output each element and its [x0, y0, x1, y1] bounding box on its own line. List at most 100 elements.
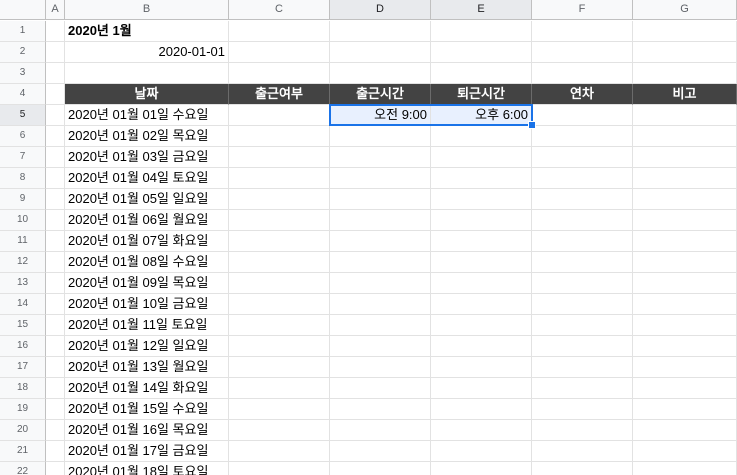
grid-cell[interactable] [46, 84, 65, 105]
grid-cell[interactable] [330, 399, 431, 420]
grid-cell[interactable] [46, 420, 65, 441]
grid-cell[interactable] [431, 357, 532, 378]
title-cell[interactable]: 2020년 1월 [65, 21, 229, 42]
row-header-17[interactable]: 17 [0, 357, 46, 378]
grid-cell[interactable] [532, 420, 633, 441]
grid-cell[interactable] [633, 357, 737, 378]
grid-cell[interactable] [46, 105, 65, 126]
row-header-19[interactable]: 19 [0, 399, 46, 420]
grid-cell[interactable] [46, 126, 65, 147]
grid-cell[interactable] [46, 357, 65, 378]
grid-cell[interactable] [330, 42, 431, 63]
grid-cell[interactable] [46, 210, 65, 231]
fill-handle[interactable] [528, 121, 536, 129]
date-cell[interactable]: 2020년 01월 08일 수요일 [65, 252, 229, 273]
date-cell[interactable]: 2020년 01월 06일 월요일 [65, 210, 229, 231]
grid-cell[interactable] [330, 189, 431, 210]
grid-cell[interactable] [229, 252, 330, 273]
grid-cell[interactable] [431, 378, 532, 399]
grid-cell[interactable] [633, 126, 737, 147]
grid-cell[interactable] [633, 252, 737, 273]
table-header-remarks[interactable]: 비고 [633, 84, 737, 105]
grid-cell[interactable] [633, 378, 737, 399]
date-cell[interactable]: 2020년 01월 04일 토요일 [65, 168, 229, 189]
date-cell[interactable]: 2020년 01월 18일 토요일 [65, 462, 229, 475]
grid-cell[interactable] [633, 189, 737, 210]
row-header-21[interactable]: 21 [0, 441, 46, 462]
grid-cell[interactable] [633, 210, 737, 231]
grid-cell[interactable] [431, 63, 532, 84]
column-header-a[interactable]: A [46, 0, 65, 20]
grid-cell[interactable] [229, 63, 330, 84]
grid-cell[interactable] [46, 63, 65, 84]
table-header-date[interactable]: 날짜 [65, 84, 229, 105]
column-header-g[interactable]: G [633, 0, 737, 20]
row-header-14[interactable]: 14 [0, 294, 46, 315]
grid-cell[interactable] [431, 315, 532, 336]
row-header-4[interactable]: 4 [0, 84, 46, 105]
grid-cell[interactable] [330, 294, 431, 315]
grid-cell[interactable] [46, 252, 65, 273]
table-header-clock-in[interactable]: 출근시간 [330, 84, 431, 105]
grid-cell[interactable] [431, 147, 532, 168]
row-header-8[interactable]: 8 [0, 168, 46, 189]
row-header-5[interactable]: 5 [0, 105, 46, 126]
grid-cell[interactable] [46, 378, 65, 399]
grid-cell[interactable] [532, 252, 633, 273]
grid-cell[interactable] [229, 147, 330, 168]
column-header-c[interactable]: C [229, 0, 330, 20]
grid-cell[interactable] [330, 315, 431, 336]
grid-cell[interactable] [229, 126, 330, 147]
grid-cell[interactable] [431, 210, 532, 231]
grid-cell[interactable] [330, 21, 431, 42]
grid-cell[interactable] [431, 462, 532, 475]
grid-cell[interactable] [532, 399, 633, 420]
row-header-18[interactable]: 18 [0, 378, 46, 399]
grid-cell[interactable] [431, 273, 532, 294]
date-cell[interactable]: 2020년 01월 16일 목요일 [65, 420, 229, 441]
row-header-22[interactable]: 22 [0, 462, 46, 475]
grid-cell[interactable] [330, 441, 431, 462]
grid-cell[interactable] [633, 42, 737, 63]
row-header-3[interactable]: 3 [0, 63, 46, 84]
grid-cell[interactable] [431, 126, 532, 147]
select-all-corner[interactable] [0, 0, 46, 20]
row-header-12[interactable]: 12 [0, 252, 46, 273]
grid-cell[interactable] [46, 399, 65, 420]
row-header-9[interactable]: 9 [0, 189, 46, 210]
grid-cell[interactable] [532, 126, 633, 147]
grid-cell[interactable] [330, 231, 431, 252]
date-cell[interactable]: 2020년 01월 05일 일요일 [65, 189, 229, 210]
grid-cell[interactable] [229, 441, 330, 462]
column-header-e[interactable]: E [431, 0, 532, 20]
grid-cell[interactable] [431, 336, 532, 357]
grid-cell[interactable] [229, 168, 330, 189]
grid-cell[interactable] [46, 147, 65, 168]
grid-cell[interactable] [532, 168, 633, 189]
grid-cell[interactable] [633, 315, 737, 336]
grid-cell[interactable] [46, 231, 65, 252]
grid-cell[interactable] [229, 42, 330, 63]
grid-cell[interactable] [229, 399, 330, 420]
table-header-clock-out[interactable]: 퇴근시간 [431, 84, 532, 105]
grid-cell[interactable] [229, 273, 330, 294]
grid-cell[interactable] [633, 105, 737, 126]
grid-cell[interactable] [633, 462, 737, 475]
row-header-11[interactable]: 11 [0, 231, 46, 252]
grid-cell[interactable] [229, 357, 330, 378]
grid-cell[interactable] [330, 63, 431, 84]
grid-cell[interactable] [532, 462, 633, 475]
row-header-6[interactable]: 6 [0, 126, 46, 147]
grid-cell[interactable] [431, 21, 532, 42]
grid-cell[interactable] [532, 231, 633, 252]
grid-cell[interactable] [46, 42, 65, 63]
grid-cell[interactable] [532, 63, 633, 84]
column-header-d[interactable]: D [330, 0, 431, 20]
grid-cell[interactable] [532, 189, 633, 210]
grid-cell[interactable] [46, 315, 65, 336]
grid-cell[interactable] [532, 147, 633, 168]
clock-in-cell-row5[interactable]: 오전 9:00 [330, 105, 431, 126]
grid-cell[interactable] [46, 273, 65, 294]
grid-cell[interactable] [633, 441, 737, 462]
clock-out-cell-row5[interactable]: 오후 6:00 [431, 105, 532, 126]
